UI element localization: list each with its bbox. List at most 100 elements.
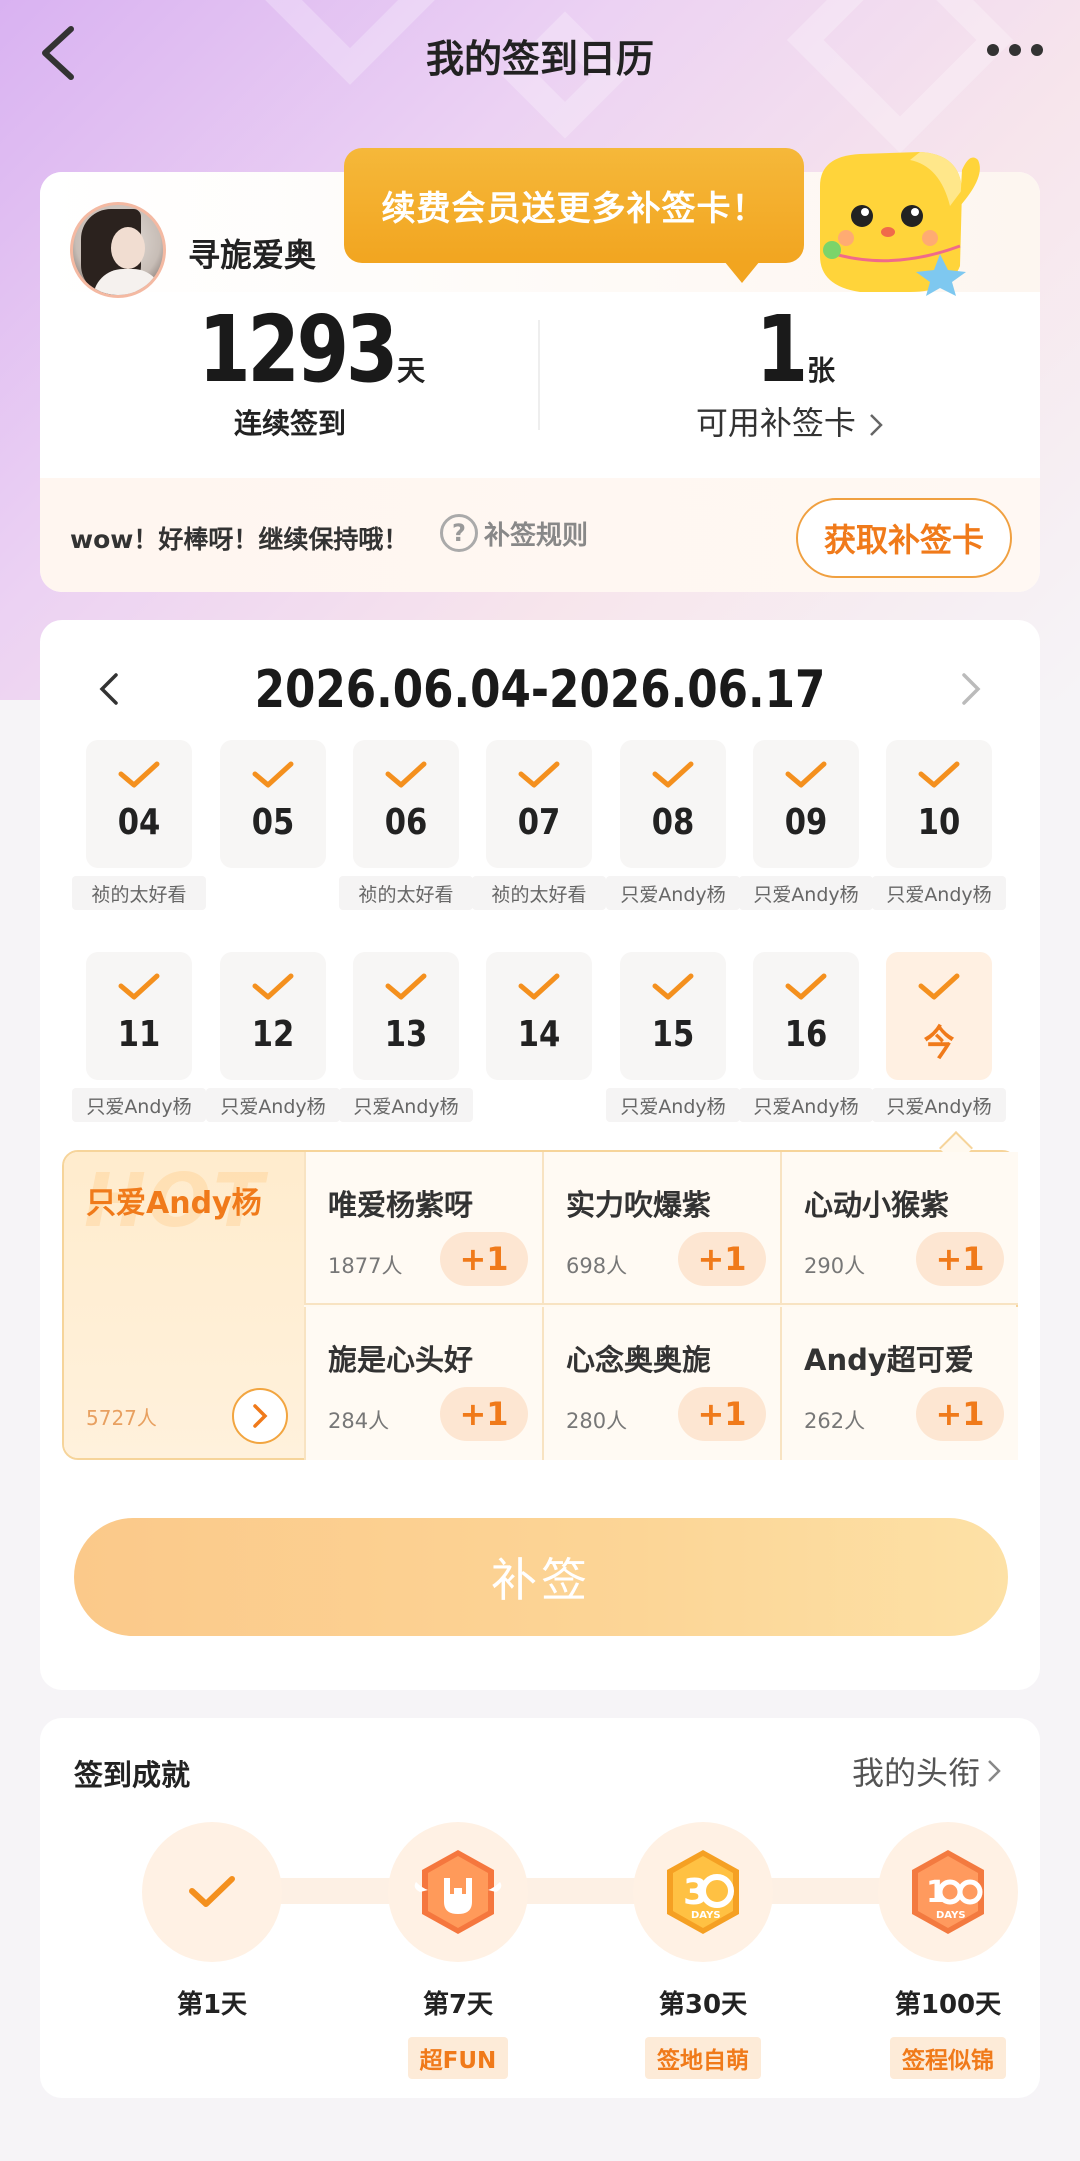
day-box: 08 [620,740,726,868]
day-number: 05 [251,802,295,843]
day-tag: 祯的太好看 [472,876,606,910]
rock-hand-badge-icon [388,1822,528,1962]
30-days-badge-icon: 3 DAYS [667,1850,739,1934]
stats-row: 1293 天 连续签到 1 张 可用补签卡 [40,290,1040,470]
calendar-card: 2026.06.04-2026.06.17 04 祯的太好看 05 06 祯的太… [40,620,1040,1690]
day-box: 05 [220,740,326,868]
makeup-cards-stat[interactable]: 1 张 可用补签卡 [540,290,1040,470]
achievement-item[interactable]: 第1天 [122,1822,302,2021]
day-cell[interactable]: 10 只爱Andy杨 [872,740,1006,910]
question-icon: ? [440,514,478,552]
achievement-day: 第30天 [658,1990,748,2020]
achievement-item[interactable]: 3 DAYS 第30天 签地自萌 [613,1822,793,2079]
day-box: 12 [220,952,326,1080]
100-days-badge-icon: 1 DAYS [878,1822,1018,1962]
streak-stat: 1293 天 连续签到 [40,290,540,470]
hot-tag-item: Andy超可爱 262人 +1 [780,1307,1018,1460]
chevron-right-icon [253,1404,268,1428]
achievement-tag: 签地自萌 [645,2037,761,2079]
plus-one-button[interactable]: +1 [440,1232,528,1286]
day-cell[interactable]: 11 只爱Andy杨 [72,952,206,1122]
day-cell[interactable]: 09 只爱Andy杨 [739,740,873,910]
get-makeup-card-button[interactable]: 获取补签卡 [796,498,1012,578]
my-titles-link[interactable]: 我的头衔 [852,1748,1002,1794]
makeup-rule-link[interactable]: ? 补签规则 [440,514,588,552]
makeup-signin-button[interactable]: 补签 [74,1518,1008,1636]
more-button[interactable] [980,30,1050,70]
streak-value: 1293 [198,296,398,403]
day-number: 04 [117,802,161,843]
more-dot-icon [1009,44,1021,56]
day-cell[interactable]: 08 只爱Andy杨 [606,740,740,910]
check-icon [118,973,160,1000]
day-row: 04 祯的太好看 05 06 祯的太好看 07 祯的太好看 08 只爱Andy杨… [72,740,1026,952]
hot-tag-name: 唯爱杨紫呀 [328,1188,474,1222]
hot-tag-item: 旎是心头好 284人 +1 [304,1307,542,1460]
achievement-day: 第1天 [176,1990,248,2020]
day-cell[interactable]: 15 只爱Andy杨 [606,952,740,1122]
day-cell[interactable]: 05 [220,740,326,910]
day-box: 今 [886,952,992,1080]
day-number: 11 [117,1014,161,1055]
day-cell[interactable]: 13 只爱Andy杨 [339,952,473,1122]
hot-tag-count: 698人 [566,1254,628,1278]
chevron-right-icon [870,414,883,436]
calendar-header: 2026.06.04-2026.06.17 [40,654,1040,724]
plus-one-button[interactable]: +1 [678,1387,766,1441]
day-number: 10 [917,802,961,843]
day-box: 04 [86,740,192,868]
hot-more-button[interactable] [232,1388,288,1444]
day-cell-today[interactable]: 今 只爱Andy杨 [872,952,1006,1122]
promo-bubble[interactable]: 续费会员送更多补签卡！ [344,148,804,283]
day-tag: 只爱Andy杨 [739,876,873,910]
plus-one-button[interactable]: +1 [678,1232,766,1286]
hot-tag-name: Andy超可爱 [804,1343,974,1377]
plus-one-button[interactable]: +1 [440,1387,528,1441]
hot-main-name: 只爱Andy杨 [86,1186,262,1221]
day-number: 12 [251,1014,295,1055]
hot-tag-name: 实力吹爆紫 [566,1188,712,1222]
check-icon [189,1876,235,1907]
check-badge-icon [142,1822,282,1962]
plus-one-button[interactable]: +1 [916,1232,1004,1286]
check-icon [652,973,694,1000]
day-cell[interactable]: 07 祯的太好看 [472,740,606,910]
day-box: 10 [886,740,992,868]
achievement-item[interactable]: 第7天 超FUN [368,1822,548,2079]
cards-label-row[interactable]: 可用补签卡 [540,398,1040,444]
day-cell[interactable]: 06 祯的太好看 [339,740,473,910]
check-icon [518,973,560,1000]
30-days-badge-icon: 3 DAYS [633,1822,773,1962]
username: 寻旎爱奥 [188,236,317,274]
achievement-day: 第7天 [422,1990,494,2020]
next-week-button[interactable] [946,664,996,714]
makeup-rule-label: 补签规则 [484,520,589,551]
day-number: 08 [651,802,695,843]
day-tag: 只爱Andy杨 [872,1088,1006,1122]
achievement-item[interactable]: 1 DAYS 第100天 签程似锦 [858,1822,1038,2079]
hot-tag-name: 旎是心头好 [328,1343,474,1377]
day-box: 11 [86,952,192,1080]
hot-tag-name: 心念奥奥旎 [566,1343,712,1377]
chevron-right-icon [962,673,981,705]
chevron-right-icon [988,1760,1001,1782]
more-dot-icon [987,44,999,56]
day-tag: 只爱Andy杨 [206,1088,340,1122]
achievement-track [200,1878,900,1904]
day-cell[interactable]: 12 只爱Andy杨 [206,952,340,1122]
day-number: 今 [923,1023,955,1064]
hot-tag-name: 心动小猴紫 [804,1188,950,1222]
day-tag: 只爱Andy杨 [872,876,1006,910]
day-cell[interactable]: 04 祯的太好看 [72,740,206,910]
streak-label: 连续签到 [233,407,346,440]
plus-one-button[interactable]: +1 [916,1387,1004,1441]
hot-tag-count: 1877人 [328,1254,403,1278]
day-cell[interactable]: 14 [486,952,592,1122]
day-number: 06 [384,802,428,843]
day-tag [472,1088,606,1122]
day-cell[interactable]: 16 只爱Andy杨 [739,952,873,1122]
hot-main-tag[interactable]: HOT 只爱Andy杨 5727人 [64,1152,304,1458]
avatar[interactable] [70,202,166,298]
hot-main-count: 5727人 [86,1406,157,1430]
day-tag: 只爱Andy杨 [739,1088,873,1122]
